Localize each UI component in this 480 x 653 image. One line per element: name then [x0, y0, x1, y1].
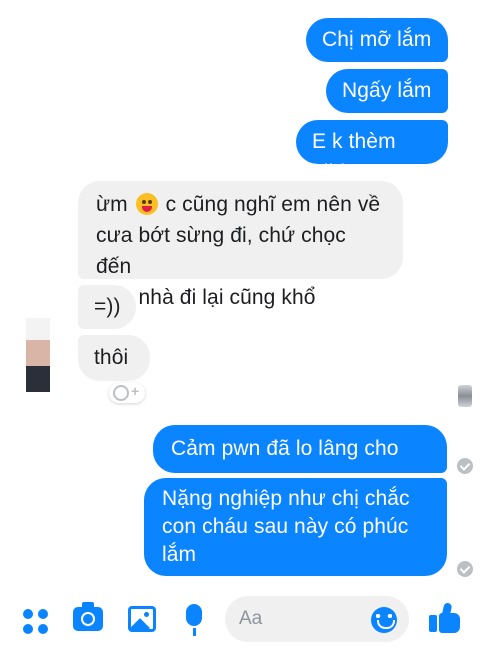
- seen-avatar: [458, 385, 472, 407]
- contact-avatar[interactable]: [26, 318, 50, 392]
- tongue-out-emoji-icon: [135, 193, 158, 215]
- outgoing-message[interactable]: Chị mỡ lắm: [306, 18, 448, 62]
- gallery-icon[interactable]: [128, 606, 156, 632]
- message-input-placeholder: Aa: [239, 608, 263, 629]
- microphone-icon[interactable]: [186, 604, 202, 636]
- like-icon[interactable]: [429, 602, 461, 633]
- incoming-message[interactable]: thôi: [78, 335, 150, 381]
- outgoing-message[interactable]: Nặng nghiệp như chị chắc con cháu sau nà…: [144, 478, 447, 576]
- emoji-icon[interactable]: [371, 607, 397, 633]
- outgoing-message[interactable]: E k thèm hihi: [296, 120, 448, 184]
- outgoing-message[interactable]: Cảm pwn đã lo lâng cho em: [153, 425, 447, 491]
- incoming-message[interactable]: ừm c cũng nghĩ em nên về cưa bớt sừng đi…: [78, 181, 403, 309]
- add-reaction-button[interactable]: +: [109, 383, 145, 403]
- composer-toolbar: Aa: [0, 587, 480, 653]
- reaction-smiley-icon: [113, 385, 129, 401]
- delivered-check-icon: [457, 458, 473, 474]
- message-text: ừm: [96, 193, 128, 216]
- delivered-check-icon: [457, 561, 473, 577]
- more-apps-icon[interactable]: [23, 609, 49, 635]
- camera-icon[interactable]: [73, 602, 103, 631]
- outgoing-message[interactable]: Ngấy lắm: [326, 69, 448, 113]
- incoming-message[interactable]: =)): [78, 285, 136, 329]
- plus-icon: +: [131, 383, 140, 399]
